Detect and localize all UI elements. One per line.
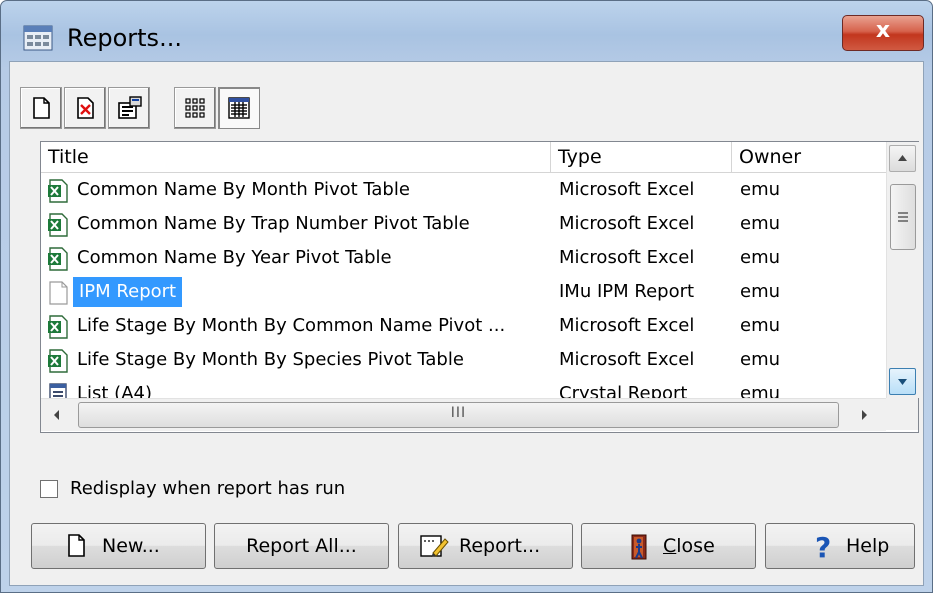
- row-type: Microsoft Excel: [559, 179, 695, 200]
- horizontal-scroll-thumb[interactable]: III: [78, 402, 839, 428]
- help-question-icon: ?: [815, 533, 831, 561]
- grip-icon: [898, 212, 908, 222]
- row-owner: emu: [740, 247, 781, 268]
- reports-dialog: Reports... x Title Type Owner Common Nam…: [0, 0, 933, 593]
- table-row[interactable]: Life Stage By Month By Common Name Pivot…: [41, 309, 886, 343]
- dialog-client-area: Title Type Owner Common Name By Month Pi…: [9, 61, 924, 586]
- row-title: IPM Report: [73, 277, 183, 307]
- blank-document-icon: [49, 281, 68, 305]
- row-type: Microsoft Excel: [559, 247, 695, 268]
- close-button-label: Close: [663, 535, 715, 557]
- report-all-button-label: Report All...: [246, 535, 357, 557]
- row-title: Life Stage By Month By Species Pivot Tab…: [77, 349, 464, 370]
- excel-icon: [48, 179, 68, 203]
- row-type: Microsoft Excel: [559, 315, 695, 336]
- row-type: Microsoft Excel: [559, 213, 695, 234]
- row-title: Common Name By Year Pivot Table: [77, 247, 392, 268]
- excel-icon: [48, 349, 68, 373]
- arrow-right-icon[interactable]: [856, 407, 872, 423]
- row-owner: emu: [740, 213, 781, 234]
- column-header-owner[interactable]: Owner: [732, 142, 886, 172]
- arrow-down-icon: [898, 379, 907, 385]
- svg-text:?: ?: [815, 533, 831, 561]
- scroll-down-button[interactable]: [889, 368, 916, 395]
- row-type: IMu IPM Report: [559, 281, 695, 302]
- table-row[interactable]: Life Stage By Month By Species Pivot Tab…: [41, 343, 886, 377]
- table-row[interactable]: Common Name By Month Pivot Table Microso…: [41, 173, 886, 207]
- row-owner: emu: [740, 349, 781, 370]
- column-header-title[interactable]: Title: [41, 142, 551, 172]
- excel-icon: [48, 213, 68, 237]
- close-mnemonic: C: [663, 535, 677, 557]
- new-report-tool-button[interactable]: [20, 87, 62, 129]
- row-title: Common Name By Month Pivot Table: [77, 179, 410, 200]
- icon-view-icon: [185, 98, 205, 118]
- row-type: Microsoft Excel: [559, 349, 695, 370]
- scroll-grip-text: III: [450, 405, 467, 421]
- properties-icon: [118, 96, 142, 119]
- report-button[interactable]: Report...: [398, 523, 573, 569]
- new-report-icon: [33, 97, 50, 119]
- vertical-scroll-thumb[interactable]: [890, 184, 916, 250]
- row-owner: emu: [740, 179, 781, 200]
- new-button[interactable]: New...: [31, 523, 206, 569]
- excel-icon: [48, 315, 68, 339]
- redisplay-label: Redisplay when report has run: [70, 478, 346, 499]
- scroll-up-button[interactable]: [889, 145, 916, 172]
- row-owner: emu: [740, 281, 781, 302]
- excel-icon: [48, 247, 68, 271]
- new-button-label: New...: [102, 535, 160, 557]
- reports-app-icon: [23, 25, 53, 51]
- list-header: Title Type Owner: [41, 142, 886, 173]
- new-document-icon: [68, 534, 85, 557]
- horizontal-scrollbar[interactable]: III: [41, 398, 886, 431]
- door-exit-icon: [631, 534, 647, 560]
- help-button[interactable]: ? Help: [765, 523, 915, 569]
- table-row[interactable]: Common Name By Trap Number Pivot Table M…: [41, 207, 886, 241]
- delete-report-icon: [77, 97, 94, 119]
- column-header-type[interactable]: Type: [551, 142, 732, 172]
- window-close-button[interactable]: x: [842, 15, 924, 51]
- row-title: Life Stage By Month By Common Name Pivot…: [77, 315, 506, 336]
- row-owner: emu: [740, 315, 781, 336]
- details-view-tool-button[interactable]: [218, 87, 260, 129]
- arrow-left-icon[interactable]: [49, 407, 65, 423]
- report-button-label: Report...: [459, 535, 541, 557]
- report-all-button[interactable]: Report All...: [214, 523, 389, 569]
- table-row-selected[interactable]: IPM Report IMu IPM Report emu: [41, 275, 886, 309]
- delete-report-tool-button[interactable]: [64, 87, 106, 129]
- window-title: Reports...: [67, 24, 182, 52]
- row-title: Common Name By Trap Number Pivot Table: [77, 213, 470, 234]
- reports-list-view[interactable]: Title Type Owner Common Name By Month Pi…: [40, 141, 919, 433]
- redisplay-checkbox[interactable]: [40, 480, 58, 498]
- close-icon: x: [875, 18, 891, 43]
- details-view-icon: [228, 97, 250, 119]
- close-button[interactable]: Close: [581, 523, 756, 569]
- vertical-scrollbar[interactable]: [886, 142, 919, 398]
- close-label-rest: lose: [676, 535, 715, 557]
- help-button-label: Help: [846, 535, 890, 557]
- icon-view-tool-button[interactable]: [174, 87, 216, 129]
- scroll-corner: [886, 398, 918, 430]
- arrow-up-icon: [898, 155, 907, 161]
- table-row[interactable]: Common Name By Year Pivot Table Microsof…: [41, 241, 886, 275]
- properties-tool-button[interactable]: [108, 87, 150, 129]
- report-edit-icon: [420, 535, 449, 557]
